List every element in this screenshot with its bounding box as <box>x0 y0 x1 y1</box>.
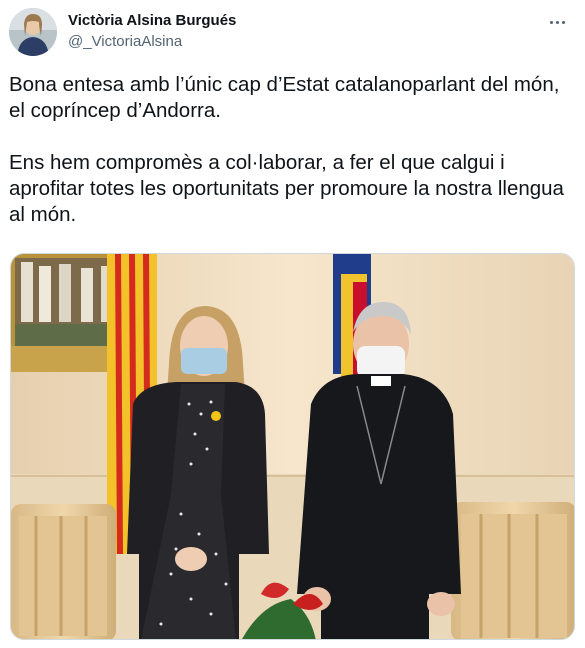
author-handle[interactable]: @_VictoriaAlsina <box>68 33 182 50</box>
avatar-photo-icon <box>9 8 57 56</box>
more-options-button[interactable] <box>543 10 571 34</box>
tweet-photo[interactable] <box>10 253 575 640</box>
author-display-name[interactable]: Victòria Alsina Burgués <box>68 12 236 29</box>
tweet-paragraph: Ens hem compromès a col·laborar, a fer e… <box>9 151 564 226</box>
more-dot-icon <box>555 20 559 24</box>
tweet-text: Bona entesa amb l’únic cap d’Estat catal… <box>9 72 574 228</box>
author-avatar[interactable] <box>9 8 57 56</box>
more-dot-icon <box>561 20 565 24</box>
tweet-paragraph: Bona entesa amb l’únic cap d’Estat catal… <box>9 73 560 122</box>
more-dot-icon <box>549 20 553 24</box>
photo-two-people-with-flags-icon <box>11 254 574 639</box>
tweet-card: Victòria Alsina Burgués @_VictoriaAlsina… <box>0 0 585 648</box>
